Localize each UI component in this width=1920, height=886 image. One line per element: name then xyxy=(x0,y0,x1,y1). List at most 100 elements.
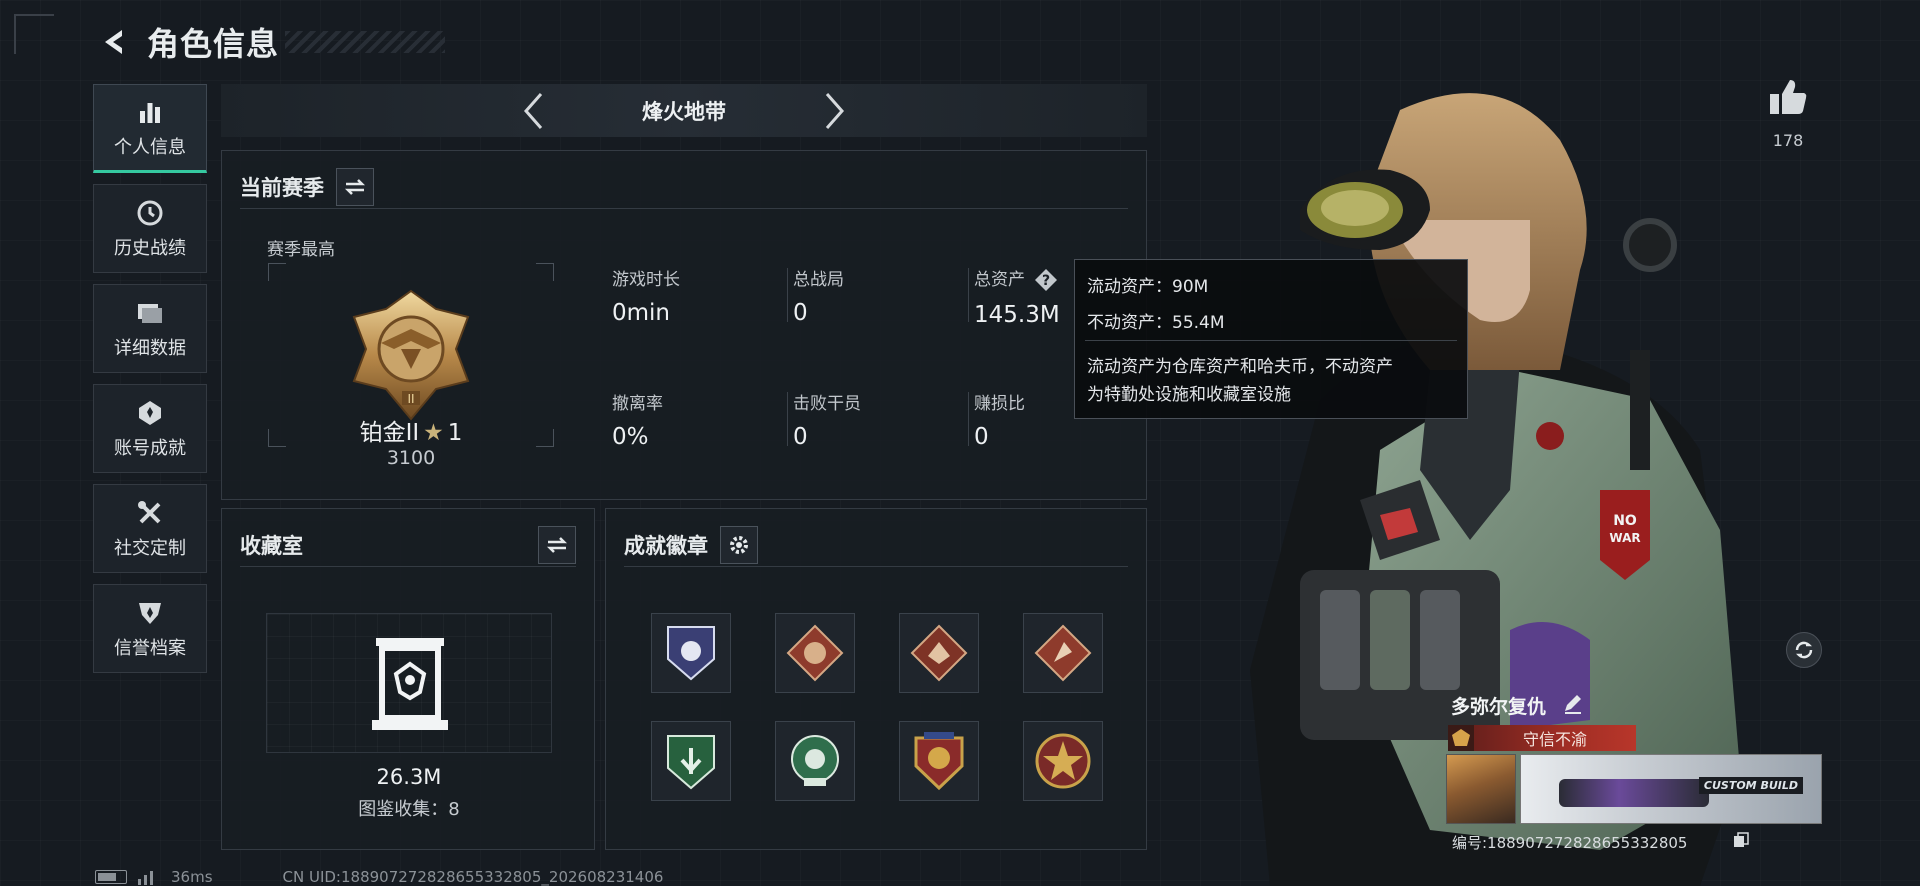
tools-icon xyxy=(136,498,164,528)
title-emblem-icon xyxy=(1448,725,1474,751)
collection-display[interactable] xyxy=(266,613,552,753)
clock-icon xyxy=(136,198,164,228)
sidebar-item-personal-info[interactable]: 个人信息 xyxy=(93,84,207,173)
like-count: 178 xyxy=(1772,131,1804,150)
player-title: 守信不渝 xyxy=(1522,730,1587,749)
chevron-right-icon xyxy=(825,93,845,129)
rank-name: 铂金II xyxy=(359,420,420,446)
achievement-badge[interactable] xyxy=(899,613,979,693)
battery-icon xyxy=(95,870,127,884)
thumbs-up-icon xyxy=(1770,80,1807,114)
achievement-icon xyxy=(136,398,164,428)
sidebar-item-detail-data[interactable]: 详细数据 xyxy=(93,284,207,373)
achievement-badge[interactable] xyxy=(899,721,979,801)
season-title: 当前赛季 xyxy=(240,175,324,200)
achievement-panel: 成就徽章 xyxy=(605,508,1147,850)
sidebar-item-credit[interactable]: 信誉档案 xyxy=(93,584,207,673)
sidebar-item-label: 信誉档案 xyxy=(114,637,186,659)
shield-icon xyxy=(136,598,164,628)
edit-name-button[interactable] xyxy=(1562,692,1586,716)
stat-total-matches: 总战局 0 xyxy=(793,265,963,326)
season-best-label: 赛季最高 xyxy=(267,240,335,260)
frame-corner xyxy=(14,14,54,54)
badge-icon xyxy=(667,735,715,790)
badge-icon xyxy=(1035,733,1091,789)
achievement-badge[interactable] xyxy=(775,613,855,693)
signal-icon xyxy=(138,871,153,885)
mode-name: 烽火地带 xyxy=(642,99,726,124)
tooltip-desc-1: 流动资产为仓库资产和哈夫币，不动资产 xyxy=(1087,357,1393,377)
collection-value: 26.3M xyxy=(376,765,442,789)
collection-title: 收藏室 xyxy=(240,533,303,558)
badge-icon xyxy=(1034,624,1092,682)
page-title: 角色信息 xyxy=(147,25,280,63)
player-id: 编号:188907272828655332805 xyxy=(1452,834,1688,852)
rank-emblem-icon: II xyxy=(352,289,470,421)
stat-value: 0 xyxy=(974,424,989,450)
sidebar: 个人信息 历史战绩 详细数据 账号成就 社交定制 信誉档案 xyxy=(93,84,207,684)
player-name: 多弥尔复仇 xyxy=(1451,696,1547,718)
refresh-icon xyxy=(1795,641,1813,659)
next-mode-button[interactable] xyxy=(815,91,855,131)
badge-icon xyxy=(914,732,964,791)
banner-logo: CUSTOM BUILD xyxy=(1698,777,1803,794)
sidebar-item-label: 账号成就 xyxy=(114,437,186,459)
achievement-badge[interactable] xyxy=(775,721,855,801)
badge-icon xyxy=(786,624,844,682)
switch-collection-button[interactable] xyxy=(538,525,576,564)
switch-season-button[interactable] xyxy=(336,167,374,206)
sidebar-item-label: 社交定制 xyxy=(114,537,186,559)
title-decoration xyxy=(285,31,446,53)
svg-text:NO: NO xyxy=(1613,513,1637,529)
sidebar-item-achievements[interactable]: 账号成就 xyxy=(93,384,207,473)
divider xyxy=(1085,340,1457,341)
gear-icon xyxy=(730,535,748,554)
stat-label: 游戏时长 xyxy=(612,270,680,290)
collection-panel: 收藏室 26.3M 图鉴收集：8 xyxy=(221,508,595,850)
achievement-badge[interactable] xyxy=(651,613,731,693)
achievement-settings-button[interactable] xyxy=(720,525,758,564)
rank-frame: II 铂金II ★ 1 3100 xyxy=(268,263,554,469)
collection-count: 图鉴收集：8 xyxy=(358,799,460,820)
svg-text:?: ? xyxy=(1042,273,1050,289)
back-arrow-icon xyxy=(105,30,122,54)
sidebar-item-label: 详细数据 xyxy=(114,337,186,359)
divider xyxy=(787,392,788,446)
achievement-badge[interactable] xyxy=(1023,613,1103,693)
sidebar-item-label: 个人信息 xyxy=(114,136,186,158)
rank-line: 铂金II ★ 1 xyxy=(268,413,554,447)
ping-value: 36ms xyxy=(171,868,213,886)
folder-icon xyxy=(135,298,165,328)
sidebar-item-history[interactable]: 历史战绩 xyxy=(93,184,207,273)
copy-icon xyxy=(1734,832,1749,847)
divider xyxy=(787,268,788,322)
back-button[interactable] xyxy=(95,22,135,62)
stat-extract-rate: 撤离率 0% xyxy=(612,389,782,450)
season-panel-header: 当前赛季 xyxy=(240,165,1128,209)
svg-text:WAR: WAR xyxy=(1609,531,1640,545)
stat-label: 撤离率 xyxy=(612,394,663,414)
sidebar-item-social[interactable]: 社交定制 xyxy=(93,484,207,573)
sidebar-item-label: 历史战绩 xyxy=(114,237,186,259)
uid-line: CN UID:188907272828655332805_20260823140… xyxy=(282,868,664,886)
prev-mode-button[interactable] xyxy=(513,91,553,131)
achievement-badge[interactable] xyxy=(1023,721,1103,801)
help-icon[interactable]: ? xyxy=(1034,268,1058,292)
stat-kills: 击败干员 0 xyxy=(793,389,963,450)
rotate-character-button[interactable] xyxy=(1786,632,1822,668)
page-header: 角色信息 xyxy=(95,18,446,66)
season-panel: 当前赛季 赛季最高 II 铂金II★1 3100 游戏时长 0min 总战局 xyxy=(221,150,1147,500)
achievement-badge[interactable] xyxy=(651,721,731,801)
rank-stars: 1 xyxy=(447,420,463,446)
tooltip-desc-2: 为特勤处设施和收藏室设施 xyxy=(1087,385,1291,405)
chevron-left-icon xyxy=(523,93,543,129)
tooltip-liquid: 流动资产：90M xyxy=(1087,277,1209,297)
avatar[interactable] xyxy=(1446,754,1516,824)
badge-icon xyxy=(791,735,839,786)
copy-id-button[interactable] xyxy=(1733,832,1751,850)
stat-value: 0 xyxy=(793,300,808,326)
divider xyxy=(968,268,969,322)
like-button[interactable] xyxy=(1766,78,1810,120)
asset-tooltip: 流动资产：90M 不动资产：55.4M 流动资产为仓库资产和哈夫币，不动资产 为… xyxy=(1074,259,1468,419)
stat-play-time: 游戏时长 0min xyxy=(612,265,782,326)
